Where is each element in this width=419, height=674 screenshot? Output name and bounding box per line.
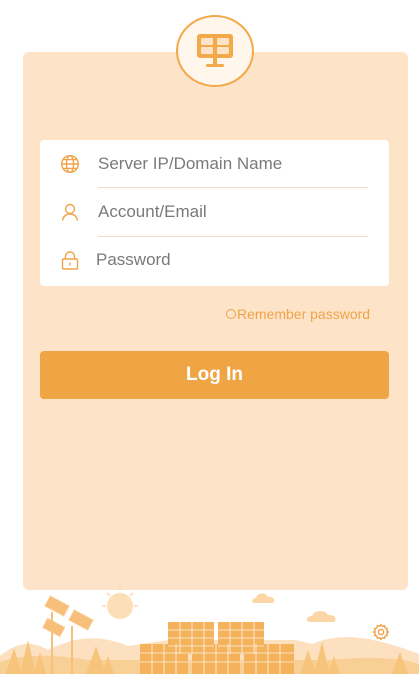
app-logo xyxy=(176,15,254,87)
login-screen: Remember password Log In xyxy=(0,0,419,674)
password-field-row xyxy=(40,236,389,284)
account-field-row xyxy=(40,188,389,236)
user-icon xyxy=(59,201,81,223)
server-field-row xyxy=(40,140,389,188)
globe-icon xyxy=(59,153,81,175)
password-input[interactable] xyxy=(96,246,366,274)
remember-password-toggle[interactable]: Remember password xyxy=(226,305,370,323)
login-form xyxy=(40,140,389,286)
gear-icon xyxy=(372,623,390,641)
account-input[interactable] xyxy=(98,198,368,226)
solar-farm-illustration xyxy=(0,586,419,674)
remember-password-label: Remember password xyxy=(237,306,371,322)
radio-unchecked-icon[interactable] xyxy=(226,309,236,319)
server-input[interactable] xyxy=(98,150,368,178)
solar-panel-icon xyxy=(197,34,233,67)
settings-button[interactable] xyxy=(369,620,393,644)
lock-icon xyxy=(59,249,81,271)
login-button[interactable]: Log In xyxy=(40,351,389,399)
